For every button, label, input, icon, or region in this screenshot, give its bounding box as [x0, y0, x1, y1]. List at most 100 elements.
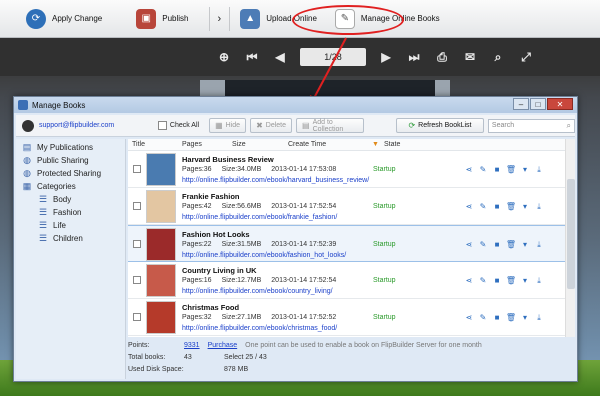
close-icon[interactable]: ✕ — [547, 98, 573, 110]
stop-icon[interactable]: ■ — [490, 276, 504, 286]
sidebar-item-public-sharing[interactable]: ◍ Public Sharing — [16, 154, 125, 167]
print-icon[interactable]: ⎙ — [434, 49, 450, 65]
book-time: 2013-01-14 17:52:39 — [271, 241, 337, 248]
table-row[interactable]: Christmas Food Pages:32 Size:27.1MB 2013… — [128, 299, 565, 336]
chevron-down-icon[interactable]: ▾ — [518, 202, 532, 212]
purchase-link[interactable]: Purchase — [208, 342, 238, 349]
edit-icon[interactable]: ✎ — [476, 165, 490, 175]
publish-button[interactable]: ▣ Publish — [130, 4, 194, 34]
book-title: Frankie Fashion — [182, 192, 240, 201]
edit-icon[interactable]: ✎ — [476, 276, 490, 286]
row-checkbox[interactable] — [133, 240, 141, 248]
hide-button[interactable]: ▦ Hide — [209, 118, 247, 133]
book-url[interactable]: http://online.flipbuilder.com/ebook/fran… — [182, 214, 337, 221]
stop-icon[interactable]: ■ — [490, 240, 504, 250]
book-title: Christmas Food — [182, 303, 240, 312]
trash-icon[interactable]: 🗑 — [504, 313, 518, 323]
table-row[interactable]: Frankie Fashion Pages:42 Size:56.6MB 201… — [128, 188, 565, 225]
category-children[interactable]: ☰ Children — [16, 232, 125, 245]
chevron-down-icon[interactable]: ▾ — [518, 313, 532, 323]
points-row: Points: 9331 Purchase One point can be u… — [128, 339, 575, 351]
stop-icon[interactable]: ■ — [490, 313, 504, 323]
prev-page-icon[interactable]: ◀ — [272, 49, 288, 65]
hide-label: Hide — [225, 122, 241, 129]
book-url[interactable]: http://online.flipbuilder.com/ebook/harv… — [182, 177, 369, 184]
book-url[interactable]: http://online.flipbuilder.com/ebook/coun… — [182, 288, 333, 295]
check-all[interactable]: Check All — [157, 121, 209, 130]
user-email[interactable]: support@flipbuilder.com — [39, 122, 114, 129]
last-page-icon[interactable]: ⏭ — [406, 49, 422, 65]
category-label: Body — [53, 195, 72, 204]
column-size[interactable]: Size — [232, 141, 288, 148]
share-icon[interactable]: ⋖ — [462, 202, 476, 212]
next-page-icon[interactable]: ▶ — [378, 49, 394, 65]
total-books-label: Total books: — [128, 353, 166, 361]
share-icon[interactable]: ⋖ — [462, 165, 476, 175]
table-row[interactable]: Country Living in UK Pages:16 Size:12.7M… — [128, 262, 565, 299]
sidebar-item-categories[interactable]: ▦ Categories — [16, 180, 125, 193]
download-icon[interactable]: ⤓ — [532, 276, 546, 286]
email-icon[interactable]: ✉ — [462, 49, 478, 65]
download-icon[interactable]: ⤓ — [532, 202, 546, 212]
search-icon[interactable]: ⌕ — [490, 49, 506, 65]
row-checkbox[interactable] — [133, 165, 141, 173]
download-icon[interactable]: ⤓ — [532, 240, 546, 250]
trash-icon[interactable]: 🗑 — [504, 202, 518, 212]
delete-label: Delete — [265, 122, 286, 129]
trash-icon[interactable]: 🗑 — [504, 165, 518, 175]
category-life[interactable]: ☰ Life — [16, 219, 125, 232]
edit-icon[interactable]: ✎ — [476, 240, 490, 250]
column-title[interactable]: Title — [132, 141, 182, 148]
stop-icon[interactable]: ■ — [490, 202, 504, 212]
book-title: Harvard Business Review — [182, 155, 274, 164]
sidebar-item-my-publications[interactable]: ▤ My Publications — [16, 141, 125, 154]
search-input[interactable]: Search ⌕ — [487, 118, 575, 133]
zoom-in-icon[interactable]: ⊕ — [216, 49, 232, 65]
edit-icon[interactable]: ✎ — [476, 202, 490, 212]
maximize-icon[interactable]: □ — [530, 98, 546, 110]
points-value[interactable]: 9331 — [184, 342, 200, 349]
first-page-icon[interactable]: ⏮ — [244, 49, 260, 65]
add-to-collection-label: Add to Collection — [312, 118, 344, 133]
list-scrollbar[interactable] — [565, 139, 575, 337]
chevron-down-icon[interactable]: ▾ — [518, 240, 532, 250]
category-body[interactable]: ☰ Body — [16, 193, 125, 206]
share-icon[interactable]: ⋖ — [462, 276, 476, 286]
column-pages[interactable]: Pages — [182, 141, 232, 148]
book-url[interactable]: http://online.flipbuilder.com/ebook/fash… — [182, 252, 346, 259]
sidebar-item-label: Protected Sharing — [37, 169, 102, 178]
book-url[interactable]: http://online.flipbuilder.com/ebook/chri… — [182, 325, 337, 332]
category-fashion[interactable]: ☰ Fashion — [16, 206, 125, 219]
delete-button[interactable]: ✖ Delete — [250, 118, 292, 133]
table-row[interactable]: Harvard Business Review Pages:36 Size:34… — [128, 151, 565, 188]
chevron-down-icon[interactable]: ▾ — [518, 276, 532, 286]
share-icon[interactable]: ⋖ — [462, 313, 476, 323]
table-row[interactable]: Fashion Hot Looks Pages:22 Size:31.5MB 2… — [128, 225, 565, 262]
search-placeholder: Search — [491, 122, 515, 129]
minimize-icon[interactable]: – — [513, 98, 529, 110]
row-checkbox[interactable] — [133, 313, 141, 321]
page-indicator[interactable]: 1/28 — [300, 48, 366, 66]
row-actions: ⋖ ✎ ■ 🗑 ▾ ⤓ — [462, 276, 546, 286]
share-icon[interactable]: ⋖ — [462, 240, 476, 250]
sidebar-item-protected-sharing[interactable]: ◍ Protected Sharing — [16, 167, 125, 180]
trash-icon[interactable]: 🗑 — [504, 276, 518, 286]
add-to-collection-button[interactable]: ▤ Add to Collection — [296, 118, 365, 133]
stop-icon[interactable]: ■ — [490, 165, 504, 175]
edit-icon[interactable]: ✎ — [476, 313, 490, 323]
download-icon[interactable]: ⤓ — [532, 313, 546, 323]
trash-icon[interactable]: 🗑 — [504, 240, 518, 250]
download-icon[interactable]: ⤓ — [532, 165, 546, 175]
apply-change-button[interactable]: ⟳ Apply Change — [20, 4, 108, 34]
row-checkbox[interactable] — [133, 202, 141, 210]
column-state[interactable]: State — [384, 141, 400, 148]
book-time: 2013-01-14 17:53:08 — [271, 166, 337, 173]
chevron-down-icon[interactable]: ▾ — [518, 165, 532, 175]
user-icon — [22, 119, 34, 132]
row-checkbox[interactable] — [133, 276, 141, 284]
refresh-booklist-button[interactable]: ⟳ Refresh BookList — [396, 118, 484, 133]
scrollbar-thumb[interactable] — [567, 179, 575, 289]
check-all-checkbox[interactable] — [157, 121, 167, 130]
column-create-time[interactable]: Create Time — [288, 141, 372, 148]
fullscreen-icon[interactable]: ⤢ — [518, 49, 534, 65]
